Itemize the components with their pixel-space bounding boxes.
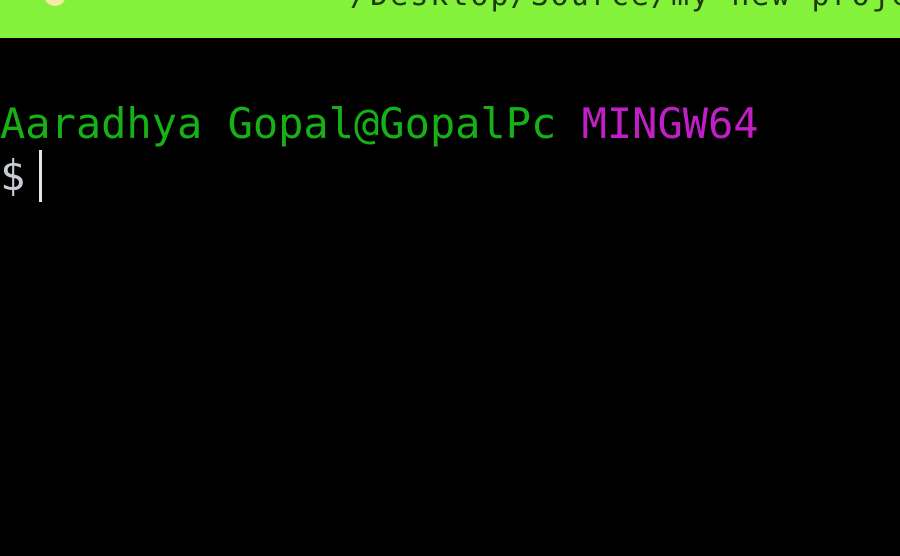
terminal-area[interactable]: Aaradhya Gopal@GopalPc MINGW64 $ — [0, 38, 900, 556]
dollar-prompt-symbol: $ — [0, 151, 26, 200]
text-cursor — [39, 150, 43, 202]
window-title: ~/Desktop/Source/my-new-project — [330, 0, 900, 13]
input-line[interactable]: $ — [0, 150, 43, 202]
prompt-user-host: Aaradhya Gopal@GopalPc — [0, 99, 557, 148]
bash-icon — [44, 0, 66, 6]
prompt-system-name: MINGW64 — [581, 99, 759, 148]
title-bar[interactable]: ~/Desktop/Source/my-new-project — [0, 0, 900, 38]
prompt-line: Aaradhya Gopal@GopalPc MINGW64 — [0, 98, 759, 150]
terminal-window: ~/Desktop/Source/my-new-project Aaradhya… — [0, 0, 900, 556]
